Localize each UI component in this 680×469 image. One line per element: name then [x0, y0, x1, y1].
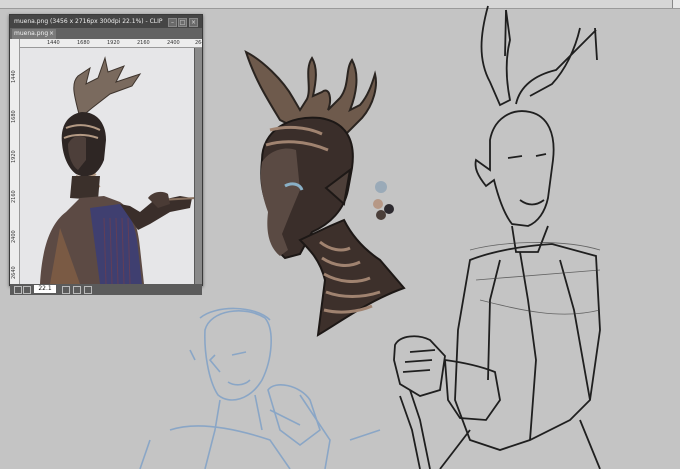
reference-image[interactable]: [20, 48, 194, 284]
zoom-out-icon[interactable]: [14, 286, 22, 294]
zoom-input[interactable]: 22.1: [34, 285, 56, 293]
ruler-tick: 1680: [77, 40, 90, 46]
ruler-tick: 2400: [11, 230, 17, 243]
painted-head: [244, 50, 406, 337]
ruler-tick: 1920: [107, 40, 120, 46]
rotate-icon[interactable]: [73, 286, 81, 294]
lineart-figure: [393, 5, 601, 469]
ruler-tick: 1440: [47, 40, 60, 46]
status-bar: 22.1: [10, 284, 202, 295]
ruler-left: 1440 1680 1920 2160 2400 2640: [10, 39, 20, 284]
maximize-icon[interactable]: □: [178, 18, 187, 27]
ruler-top: 1440 1680 1920 2160 2400 2640: [19, 39, 202, 48]
tab-muena[interactable]: muena.png ×: [12, 29, 56, 39]
flip-icon[interactable]: [84, 286, 92, 294]
ruler-tick: 1680: [11, 110, 17, 123]
ruler-tick: 2400: [167, 40, 180, 46]
ruler-tick: 2160: [11, 190, 17, 203]
ruler-tick: 2640: [195, 40, 202, 46]
ruler-tick: 1440: [11, 70, 17, 83]
tab-bar: muena.png ×: [10, 28, 202, 39]
tab-close-icon[interactable]: ×: [49, 29, 54, 39]
ruler-tick: 2160: [137, 40, 150, 46]
zoom-in-icon[interactable]: [23, 286, 31, 294]
tab-label: muena.png: [14, 30, 49, 37]
window-title: muena.png (3456 x 2716px 300dpi 22.1%) -…: [14, 18, 164, 25]
color-swatch-1: [375, 181, 387, 193]
drawing-canvas[interactable]: muena.png (3456 x 2716px 300dpi 22.1%) -…: [0, 0, 680, 469]
reference-window[interactable]: muena.png (3456 x 2716px 300dpi 22.1%) -…: [9, 14, 203, 295]
ruler-tick: 2640: [11, 266, 17, 279]
window-titlebar[interactable]: muena.png (3456 x 2716px 300dpi 22.1%) -…: [10, 15, 202, 28]
color-swatch-2: [373, 199, 383, 209]
reference-painting: [40, 56, 194, 284]
minimize-icon[interactable]: –: [168, 18, 177, 27]
vertical-scrollbar[interactable]: [195, 48, 202, 284]
color-swatch-4: [384, 204, 394, 214]
blue-sketch-figure: [139, 307, 381, 469]
close-icon[interactable]: ×: [189, 18, 198, 27]
fit-icon[interactable]: [62, 286, 70, 294]
color-swatch-3: [376, 210, 386, 220]
ruler-tick: 1920: [11, 150, 17, 163]
